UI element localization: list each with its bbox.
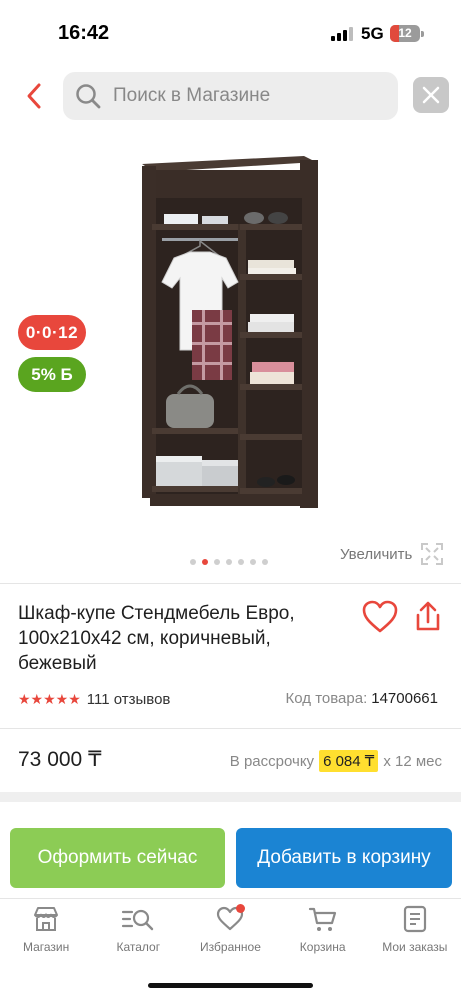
status-time: 16:42 xyxy=(58,22,110,44)
store-icon xyxy=(34,907,59,931)
divider xyxy=(0,898,461,899)
divider xyxy=(0,728,461,729)
close-icon xyxy=(422,86,440,104)
status-bar: 16:42 5G 12 xyxy=(0,0,461,62)
order-now-button[interactable]: Оформить сейчас xyxy=(10,828,225,888)
tab-favorites[interactable]: Избранное xyxy=(184,904,276,964)
tab-label: Избранное xyxy=(200,940,261,954)
pagination-dot xyxy=(214,559,220,565)
favorite-button[interactable] xyxy=(361,600,399,634)
search-bar[interactable] xyxy=(63,72,398,120)
product-code-label: Код товара: xyxy=(285,690,368,707)
zoom-button[interactable]: Увеличить xyxy=(340,542,444,566)
section-separator xyxy=(0,792,461,802)
tab-store[interactable]: Магазин xyxy=(0,904,92,964)
gallery-pagination xyxy=(190,559,268,567)
search-icon xyxy=(76,84,101,109)
add-to-cart-button[interactable]: Добавить в корзину xyxy=(236,828,452,888)
installment-amount: 6 084 ₸ xyxy=(319,750,379,772)
product-code-value: 14700661 xyxy=(371,690,438,707)
heart-icon xyxy=(362,600,398,633)
share-button[interactable] xyxy=(411,600,445,634)
divider xyxy=(0,583,461,584)
pagination-dot xyxy=(250,559,256,565)
pagination-dot xyxy=(202,559,208,565)
tab-catalog[interactable]: Каталог xyxy=(92,904,184,964)
installment-term: x 12 мес xyxy=(383,752,442,770)
product-code: Код товара: 14700661 xyxy=(286,690,438,707)
pagination-dot xyxy=(238,559,244,565)
home-indicator xyxy=(148,983,313,988)
bottom-tab-bar: Магазин Каталог Избранное Корзина Мои за… xyxy=(0,904,461,964)
zoom-label: Увеличить xyxy=(340,545,413,563)
product-image[interactable] xyxy=(130,150,330,520)
reviews-count: 111 отзывов xyxy=(86,690,171,708)
installment-prefix: В рассрочку xyxy=(229,752,315,770)
expand-icon xyxy=(421,543,444,565)
tab-label: Магазин xyxy=(22,940,70,954)
signal-icon xyxy=(331,27,353,41)
tab-label: Каталог xyxy=(116,940,161,954)
tab-cart[interactable]: Корзина xyxy=(277,904,369,964)
rating-stars: ★★★★★ xyxy=(18,690,81,707)
back-button[interactable] xyxy=(18,80,50,112)
close-button[interactable] xyxy=(413,77,449,113)
wardrobe-image xyxy=(142,156,318,508)
pagination-dot xyxy=(190,559,196,565)
battery-icon: 12 xyxy=(390,25,420,42)
tab-orders[interactable]: Мои заказы xyxy=(369,904,461,964)
cart-icon xyxy=(308,907,336,931)
installment-badge: 0·0·12 xyxy=(18,315,86,350)
product-title: Шкаф-купе Стендмебель Евро, 100x210x42 с… xyxy=(18,603,295,674)
installment-info[interactable]: В рассрочку 6 084 ₸ x 12 мес xyxy=(230,750,442,772)
rating-row[interactable]: ★★★★★ 111 отзывов xyxy=(18,689,170,709)
battery-level: 12 xyxy=(398,26,412,40)
network-label: 5G xyxy=(361,24,384,43)
pagination-dot xyxy=(226,559,232,565)
tab-label: Корзина xyxy=(299,940,346,954)
pagination-dot xyxy=(262,559,268,565)
catalog-search-icon xyxy=(122,909,154,931)
tab-label: Мои заказы xyxy=(382,940,448,954)
product-price: 73 000 ₸ xyxy=(18,748,102,771)
share-icon xyxy=(416,601,440,631)
bonus-badge: 5% Б xyxy=(18,357,86,392)
orders-icon xyxy=(403,905,426,933)
search-input[interactable] xyxy=(113,72,383,120)
chevron-left-icon xyxy=(27,83,41,109)
